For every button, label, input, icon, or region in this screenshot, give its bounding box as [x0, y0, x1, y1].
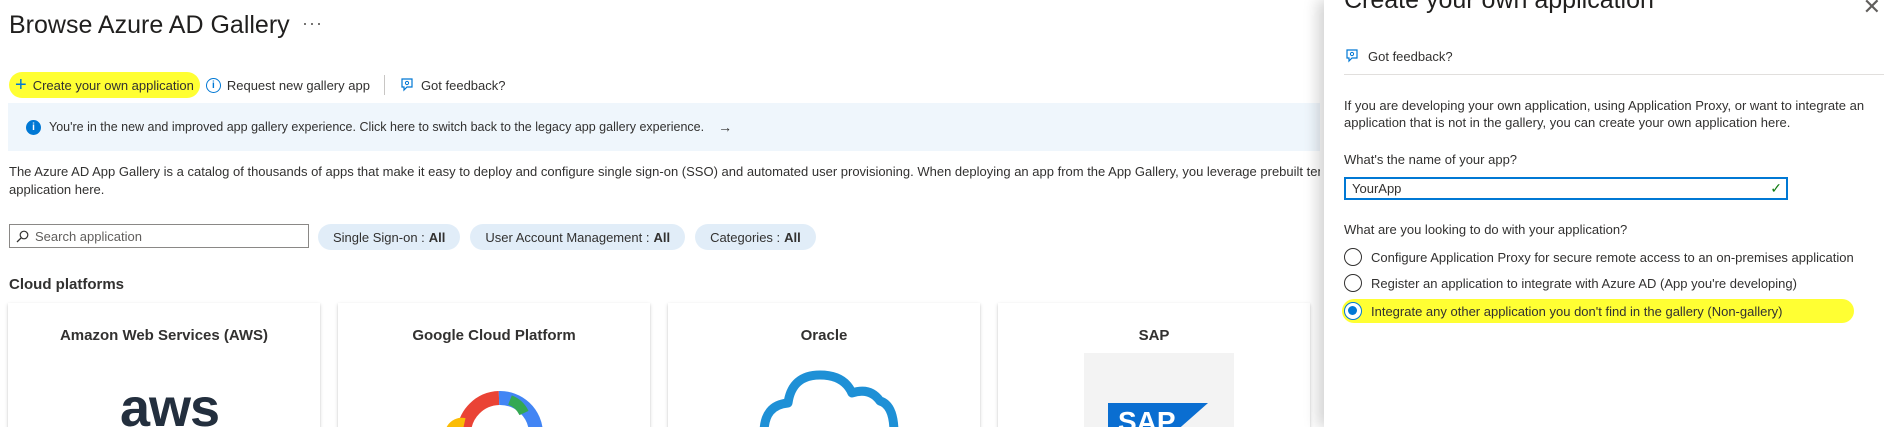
- option-register-application[interactable]: Register an application to integrate wit…: [1344, 273, 1854, 293]
- create-application-panel: Create your own application ✕ Got feedba…: [1324, 0, 1893, 427]
- card-aws[interactable]: Amazon Web Services (AWS) aws: [8, 303, 320, 427]
- card-sap[interactable]: SAP SAP: [998, 303, 1310, 427]
- card-title: Google Cloud Platform: [412, 327, 576, 344]
- option-label: Register an application to integrate wit…: [1371, 275, 1797, 291]
- filter-value: All: [653, 229, 671, 245]
- info-icon: i: [26, 119, 41, 135]
- filter-categories[interactable]: Categories : All: [695, 224, 816, 250]
- filter-value: All: [428, 229, 446, 245]
- plus-icon: +: [15, 74, 27, 96]
- feedback-button[interactable]: Got feedback?: [393, 72, 512, 98]
- toolbar-divider: [383, 75, 385, 95]
- feedback-icon: [1346, 49, 1358, 63]
- sap-logo-text: SAP: [1118, 406, 1176, 427]
- app-name-field[interactable]: ✓: [1344, 177, 1788, 200]
- app-name-label: What's the name of your app?: [1344, 152, 1518, 167]
- aws-logo: aws: [94, 353, 244, 427]
- toolbar: + Create your own application i Request …: [9, 72, 512, 98]
- search-application-box[interactable]: [9, 224, 309, 248]
- panel-feedback-label: Got feedback?: [1368, 48, 1453, 64]
- search-icon: [16, 230, 29, 242]
- create-own-application-button[interactable]: + Create your own application: [9, 72, 200, 98]
- cloud-icon: [759, 370, 899, 427]
- app-name-input[interactable]: [1352, 181, 1752, 196]
- checkmark-icon: ✓: [1770, 180, 1782, 196]
- arrow-right-icon: →: [718, 119, 733, 135]
- option-label: Configure Application Proxy for secure r…: [1371, 249, 1854, 265]
- feedback-icon: [401, 78, 413, 92]
- page-title: Browse Azure AD Gallery: [9, 11, 290, 39]
- more-options-button[interactable]: ···: [302, 13, 323, 34]
- description-line-1: The Azure AD App Gallery is a catalog of…: [9, 164, 1320, 179]
- search-application-input[interactable]: [35, 228, 295, 244]
- radio-button-selected[interactable]: [1344, 302, 1362, 320]
- close-icon[interactable]: ✕: [1863, 0, 1881, 20]
- panel-intro-text: If you are developing your own applicati…: [1344, 98, 1865, 130]
- radio-button[interactable]: [1344, 248, 1362, 266]
- radio-button[interactable]: [1344, 274, 1362, 292]
- request-gallery-app-button[interactable]: i Request new gallery app: [200, 72, 376, 98]
- filter-user-account-management[interactable]: User Account Management : All: [470, 224, 686, 250]
- oracle-logo: [754, 353, 904, 427]
- app-purpose-options: Configure Application Proxy for secure r…: [1342, 247, 1854, 329]
- sap-logo: SAP: [1084, 353, 1234, 427]
- description-line-2: application here.: [9, 182, 105, 197]
- card-oracle[interactable]: Oracle: [668, 303, 980, 427]
- google-cloud-icon: [446, 391, 543, 427]
- aws-logo-text: aws: [120, 378, 220, 427]
- filter-label: User Account Management :: [485, 229, 650, 245]
- info-bar-text: You're in the new and improved app galle…: [49, 120, 705, 134]
- app-purpose-question: What are you looking to do with your app…: [1344, 222, 1628, 237]
- card-title: Amazon Web Services (AWS): [59, 327, 269, 344]
- option-application-proxy[interactable]: Configure Application Proxy for secure r…: [1344, 247, 1854, 267]
- request-gallery-app-label: Request new gallery app: [226, 77, 370, 93]
- filter-value: All: [784, 229, 801, 245]
- cloud-platform-cards: Amazon Web Services (AWS) aws Google Clo…: [8, 303, 1310, 427]
- create-own-application-label: Create your own application: [32, 77, 194, 93]
- option-non-gallery[interactable]: Integrate any other application you don'…: [1342, 299, 1854, 323]
- filter-pills: Single Sign-on : All User Account Manage…: [318, 224, 816, 250]
- section-title-cloud-platforms: Cloud platforms: [9, 276, 124, 293]
- panel-divider: [1344, 74, 1884, 75]
- option-label: Integrate any other application you don'…: [1371, 303, 1783, 319]
- google-cloud-logo: [424, 353, 574, 427]
- legacy-gallery-info-bar[interactable]: i You're in the new and improved app gal…: [8, 103, 1320, 151]
- panel-title: Create your own application: [1344, 0, 1654, 14]
- gallery-main: Browse Azure AD Gallery ··· + Create you…: [0, 0, 1320, 427]
- card-title: SAP: [1138, 327, 1170, 344]
- gallery-description: The Azure AD App Gallery is a catalog of…: [9, 163, 1320, 199]
- feedback-label: Got feedback?: [420, 77, 506, 93]
- card-title: Oracle: [800, 327, 848, 344]
- sap-logo-shape: SAP: [1108, 403, 1208, 427]
- filter-label: Categories :: [710, 229, 781, 245]
- panel-feedback-button[interactable]: Got feedback?: [1344, 48, 1453, 64]
- filter-label: Single Sign-on :: [333, 229, 425, 245]
- card-google-cloud[interactable]: Google Cloud Platform: [338, 303, 650, 427]
- info-icon: i: [205, 77, 221, 93]
- filter-single-sign-on[interactable]: Single Sign-on : All: [318, 224, 461, 250]
